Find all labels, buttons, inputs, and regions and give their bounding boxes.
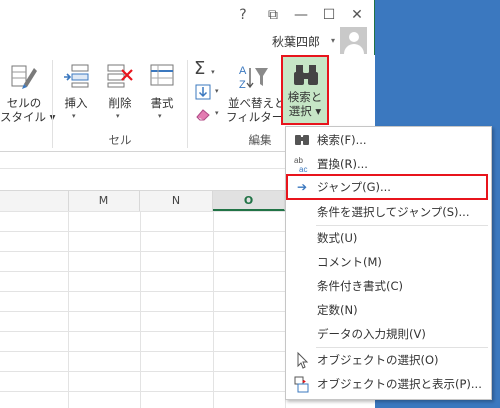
menu-item-conditional-formatting[interactable]: 条件付き書式(C) [286, 274, 489, 298]
maximize-button[interactable]: ☐ [318, 6, 340, 24]
insert-label: 挿入 [64, 96, 88, 110]
menu-item-constants[interactable]: 定数(N) [286, 298, 489, 322]
menu-item-goto-special[interactable]: 条件を選択してジャンプ(S)... [286, 200, 489, 224]
sigma-icon: Σ [194, 58, 206, 79]
account-caret-icon[interactable]: ▾ [331, 36, 335, 45]
arrow-right-icon: ➔ [296, 180, 308, 194]
format-label: 書式 [150, 96, 174, 110]
svg-text:A: A [239, 65, 247, 77]
menu-item-find[interactable]: 検索(F)... [286, 128, 489, 152]
autosum-caret-icon: ▾ [211, 68, 215, 76]
grid-line [213, 211, 214, 408]
help-button[interactable]: ? [232, 6, 254, 24]
fill-button[interactable]: ▾ [195, 84, 225, 102]
fill-down-icon [195, 84, 211, 100]
grid-line [68, 211, 69, 408]
eraser-icon [196, 109, 210, 121]
menu-item-formulas[interactable]: 数式(U) [286, 226, 489, 250]
cursor-icon [297, 351, 309, 369]
menu-item-label: オブジェクトの選択(O) [317, 353, 439, 367]
menu-item-select-objects[interactable]: オブジェクトの選択(O) [286, 348, 489, 372]
minimize-button[interactable]: — [290, 6, 312, 24]
sort-filter-label-2: フィルター ▾ [226, 110, 293, 124]
ribbon-display-icon: ⧉ [268, 7, 278, 23]
binoculars-icon [294, 65, 318, 85]
minimize-icon: — [294, 7, 308, 23]
menu-item-label: 検索(F)... [317, 133, 367, 147]
insert-cells-icon [64, 64, 89, 88]
editing-group-label: 編集 [248, 133, 272, 147]
column-header-m[interactable]: M [68, 191, 140, 211]
menu-item-label: ジャンプ(G)... [317, 180, 391, 194]
delete-caret-icon: ▾ [116, 112, 120, 120]
avatar[interactable] [340, 27, 367, 54]
menu-item-label: オブジェクトの選択と表示(P)... [317, 377, 482, 391]
sort-filter-button[interactable]: A Z 並べ替えと フィルター ▾ [226, 60, 293, 124]
menu-item-selection-pane[interactable]: オブジェクトの選択と表示(P)... [286, 372, 489, 396]
format-cells-button[interactable]: 書式 ▾ [144, 60, 180, 120]
close-button[interactable]: ✕ [346, 6, 368, 24]
selection-pane-icon [294, 376, 309, 393]
group-separator [52, 60, 53, 148]
delete-label: 削除 [108, 96, 132, 110]
fill-caret-icon: ▾ [215, 87, 219, 95]
menu-item-label: 数式(U) [317, 231, 358, 245]
menu-item-label: コメント(M) [317, 255, 382, 269]
insert-caret-icon: ▾ [72, 112, 76, 120]
format-caret-icon: ▾ [158, 112, 162, 120]
menu-item-data-validation[interactable]: データの入力規則(V) [286, 322, 489, 346]
ribbon-display-button[interactable]: ⧉ [262, 6, 284, 24]
cell-styles-label-1: セルの [6, 96, 42, 110]
menu-item-replace[interactable]: ab ac 置換(R)... [286, 152, 489, 176]
menu-item-goto[interactable]: ➔ ジャンプ(G)... [286, 175, 489, 199]
sort-filter-label-1: 並べ替えと [228, 96, 286, 110]
sort-filter-icon: A Z [239, 65, 268, 91]
replace-icon: ab ac [294, 156, 307, 174]
close-icon: ✕ [351, 7, 363, 23]
binoculars-icon [295, 135, 309, 145]
find-select-label-2: 選択 ▾ [288, 104, 322, 118]
menu-item-label: 定数(N) [317, 303, 358, 317]
delete-cells-icon [107, 64, 133, 88]
menu-item-label: 置換(R)... [317, 157, 368, 171]
format-cells-icon [150, 64, 174, 86]
account-name[interactable]: 秋葉四郎 [272, 33, 320, 50]
clear-button[interactable]: ▾ [195, 106, 225, 124]
svg-text:ab: ab [294, 156, 303, 165]
column-header-left-stub [0, 191, 69, 211]
cell-styles-icon [11, 65, 37, 89]
menu-item-comments[interactable]: コメント(M) [286, 250, 489, 274]
menu-item-label: 条件付き書式(C) [317, 279, 404, 293]
help-icon: ? [239, 7, 247, 23]
find-select-button[interactable]: 検索と 選択 ▾ [281, 55, 329, 125]
delete-cells-button[interactable]: 削除 ▾ [102, 60, 138, 120]
svg-text:Z: Z [239, 79, 246, 91]
grid-line [140, 211, 141, 408]
autosum-button[interactable]: Σ ▾ [194, 60, 224, 80]
cell-styles-label-2: スタイル ▾ [0, 110, 56, 124]
menu-item-label: データの入力規則(V) [317, 327, 426, 341]
insert-cells-button[interactable]: 挿入 ▾ [58, 60, 94, 120]
group-separator [187, 60, 188, 148]
svg-text:ac: ac [299, 165, 307, 174]
maximize-icon: ☐ [322, 7, 336, 23]
clear-caret-icon: ▾ [215, 109, 219, 117]
menu-item-label: 条件を選択してジャンプ(S)... [317, 205, 470, 219]
cell-styles-button[interactable]: セルの スタイル ▾ [0, 60, 55, 124]
cells-group-label: セル [108, 133, 132, 147]
column-header-n[interactable]: N [140, 191, 213, 211]
column-header-o[interactable]: O [213, 191, 285, 211]
find-select-label-1: 検索と [287, 90, 323, 104]
